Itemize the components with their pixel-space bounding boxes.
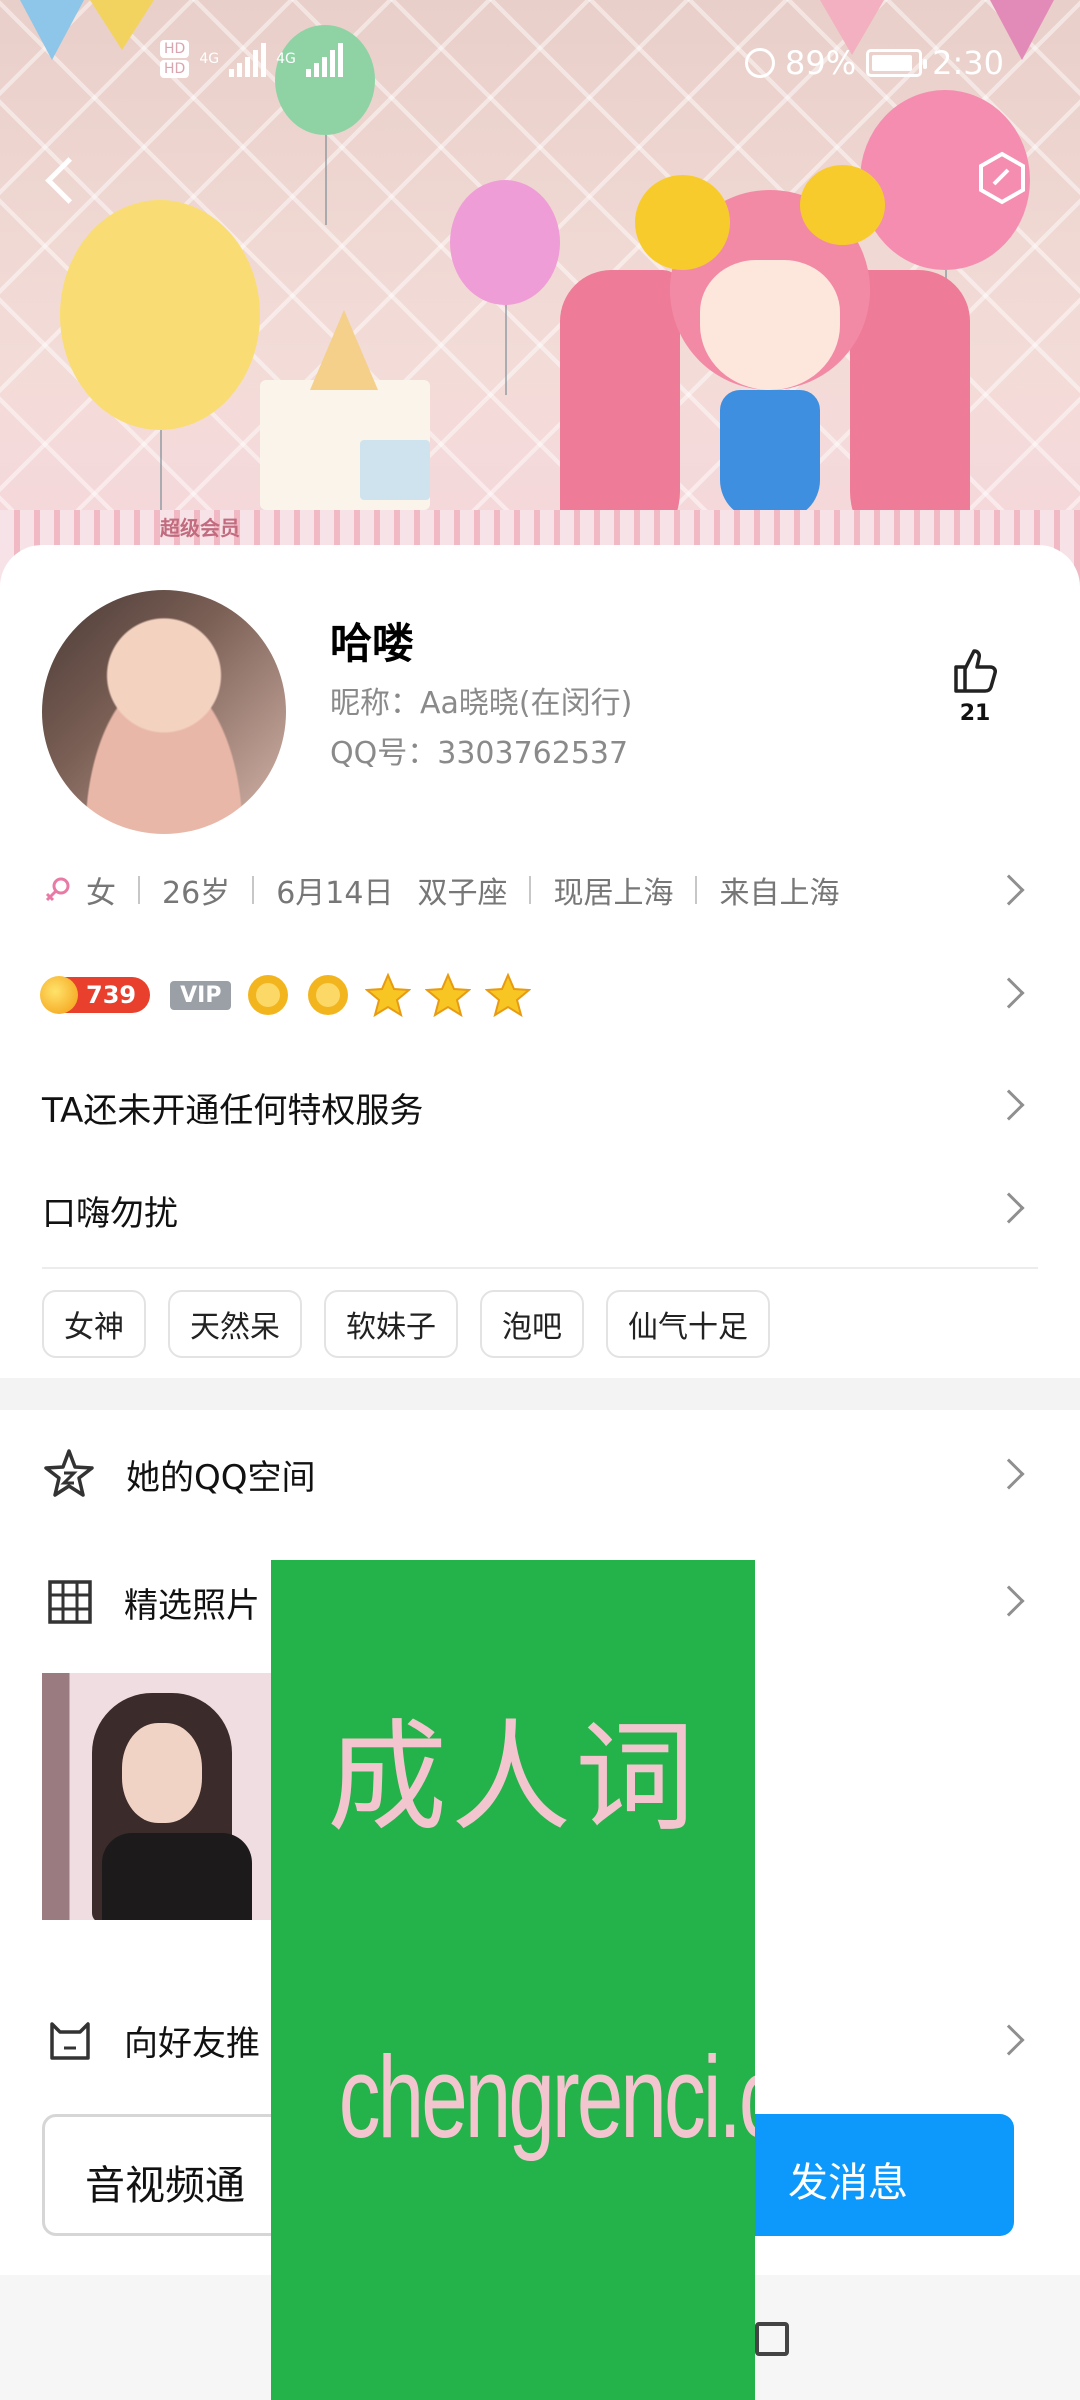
hexagon-icon [979, 151, 1025, 205]
score-badge: 739 [40, 976, 151, 1014]
send-button-label: 发消息 [788, 2160, 908, 2206]
battery-icon [866, 49, 928, 77]
basic-info-row[interactable]: 女 26岁 6月14日 双子座 现居上海 来自上海 [42, 865, 1038, 915]
watermark-title: 成人词 [327, 1709, 699, 1848]
star-outline-icon [44, 1449, 94, 1497]
signature-row[interactable]: 口嗨勿扰 [42, 1186, 178, 1235]
hd-icon: HD [160, 60, 190, 78]
tag-chip[interactable]: 软妹子 [324, 1290, 458, 1358]
tag-list: 女神 天然呆 软妹子 泡吧 仙气十足 [42, 1290, 770, 1358]
signal-icon [229, 41, 267, 77]
battery-percent: 89% [785, 44, 857, 82]
star-badge-icon [365, 972, 412, 1018]
zodiac-text: 双子座 [417, 876, 508, 911]
level-row[interactable]: 739 VIP [40, 965, 532, 1025]
avatar[interactable] [42, 590, 286, 834]
like-count: 21 [959, 701, 991, 726]
birthday-text: 6月14日 [276, 876, 394, 911]
residence-text: 现居上海 [553, 876, 674, 911]
anime-girl-illustration [560, 120, 980, 560]
emoji-face-icon [635, 175, 730, 270]
coin-icon [40, 976, 78, 1014]
sun-badge-icon [248, 975, 289, 1015]
recent-apps-button[interactable] [755, 2322, 789, 2356]
network-type-label: 4G [276, 51, 296, 67]
privilege-row[interactable]: TA还未开通任何特权服务 [42, 1083, 423, 1132]
share-cat-icon [50, 2022, 90, 2060]
system-status: 89% 2:30 [745, 44, 1004, 82]
send-message-button[interactable]: 发消息 [740, 2114, 1014, 2236]
balloon-decoration [450, 180, 560, 395]
star-badge-icon [425, 972, 472, 1018]
vip-badge: VIP [170, 980, 232, 1010]
emoji-face-icon [800, 165, 885, 245]
network-status: HD HD 4G 4G [160, 38, 343, 80]
section-separator [0, 1378, 1080, 1410]
age-text: 26岁 [162, 876, 231, 911]
status-bar: HD HD 4G 4G 89% 2:30 [0, 0, 1080, 120]
watermark-overlay: 成人词 chengrenci.com [271, 1560, 755, 2400]
tag-chip[interactable]: 仙气十足 [606, 1290, 770, 1358]
tag-chip[interactable]: 泡吧 [480, 1290, 584, 1358]
tag-chip[interactable]: 女神 [42, 1290, 146, 1358]
tag-chip[interactable]: 天然呆 [168, 1290, 302, 1358]
qzone-row[interactable]: 她的QQ空间 [42, 1434, 1038, 1514]
separator [252, 876, 255, 904]
photos-label: 精选照片 [124, 1585, 260, 1626]
alarm-icon [745, 48, 776, 78]
star-badge-icon [485, 972, 532, 1018]
score-value: 739 [86, 981, 137, 1009]
separator [529, 876, 532, 904]
profile-name: 哈喽 [330, 619, 415, 668]
female-gender-icon [45, 877, 70, 902]
gender-text: 女 [86, 876, 116, 911]
nickname-text: 昵称：Aa晓晓(在闵行) [330, 686, 633, 721]
clock: 2:30 [932, 44, 1004, 82]
hometown-text: 来自上海 [719, 876, 840, 911]
sun-badge-icon [308, 975, 349, 1015]
divider [42, 1267, 1038, 1269]
photo-thumbnail[interactable] [42, 1673, 272, 1920]
svip-badge: 超级会员 [160, 516, 240, 540]
more-options-button[interactable] [974, 150, 1030, 206]
house-illustration [360, 440, 430, 500]
balloon-decoration [60, 200, 260, 520]
thumbs-up-icon [954, 649, 997, 693]
qzone-label: 她的QQ空间 [126, 1457, 316, 1498]
hd-icon: HD [160, 40, 190, 58]
back-button[interactable] [40, 150, 90, 210]
watermark-url: chengrenci.com [338, 2032, 755, 2162]
recommend-label: 向好友推 [124, 2023, 260, 2064]
separator [695, 876, 698, 904]
signal-icon [305, 41, 343, 77]
qq-number-text: QQ号：3303762537 [330, 736, 629, 771]
separator [138, 876, 140, 904]
call-button-label: 音视频通 [85, 2163, 245, 2209]
grid-icon [48, 1580, 92, 1624]
network-type-label: 4G [199, 51, 220, 67]
like-button[interactable]: 21 [945, 645, 1005, 726]
